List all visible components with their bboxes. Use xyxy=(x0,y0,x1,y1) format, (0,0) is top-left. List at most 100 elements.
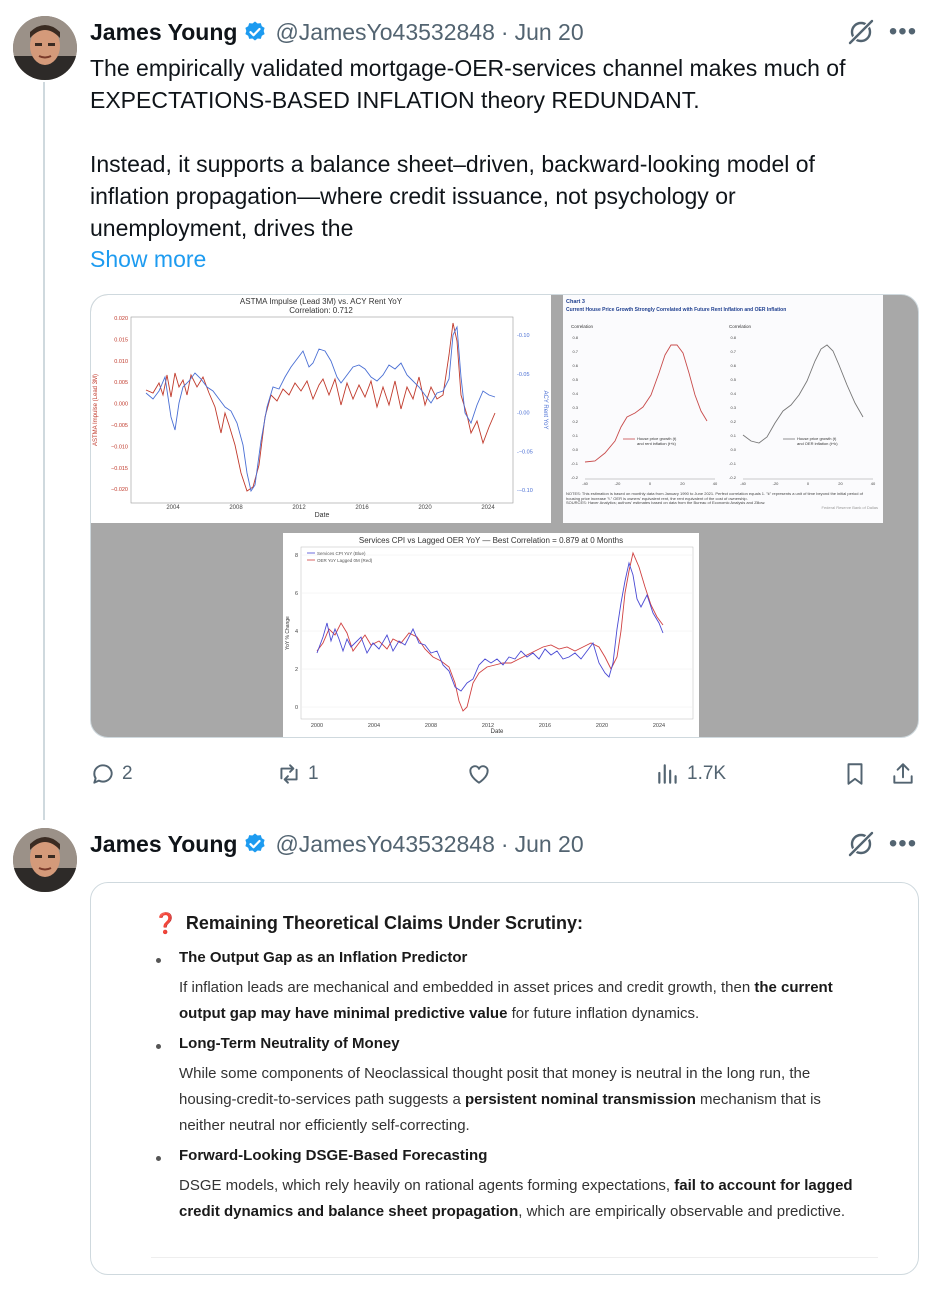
chart-title: Services CPI vs Lagged OER YoY — Best Co… xyxy=(359,536,623,545)
more-options-icon[interactable]: ••• xyxy=(888,829,918,859)
view-count: 1.7K xyxy=(687,763,727,784)
tick-label: 0.7 xyxy=(572,349,578,354)
document-title-text: Remaining Theoretical Claims Under Scrut… xyxy=(185,913,583,933)
right-axis-label: ACY Rent YoY xyxy=(542,391,548,430)
media-image-astma-chart[interactable]: ASTMA Impulse (Lead 3M) vs. ACY Rent YoY… xyxy=(91,295,551,523)
chart-notes: NOTES: This estimation is based on month… xyxy=(566,492,878,510)
tick-label: 0.0 xyxy=(572,447,578,452)
tick-label: 0.2 xyxy=(572,419,578,424)
tweet-body: The empirically validated mortgage-OER-s… xyxy=(90,52,910,244)
list-item: Long-Term Neutrality of Money While some… xyxy=(153,1035,893,1145)
tick-label: 0.015 xyxy=(114,337,128,343)
tick-label: -0.1 xyxy=(571,461,579,466)
tick-label: 2024 xyxy=(481,505,495,511)
bullet-icon xyxy=(156,1044,161,1049)
left-panel-ylabel: Correlation xyxy=(571,324,594,329)
series-oer-correlation xyxy=(742,344,864,444)
body-text: DSGE models, which rely heavily on ratio… xyxy=(179,1177,675,1194)
body-text-bold: persistent nominal transmission xyxy=(464,1091,696,1108)
body-text: neither neutral nor efficiently self-cor… xyxy=(179,1117,470,1134)
user-handle[interactable]: @JamesYo43532848 xyxy=(275,831,494,858)
tweet-date[interactable]: Jun 20 xyxy=(515,19,584,46)
tick-label: 2008 xyxy=(425,723,437,729)
share-button[interactable] xyxy=(890,758,916,790)
views-button[interactable]: 1.7K xyxy=(655,758,726,790)
tick-label: -−0.05 xyxy=(517,449,533,455)
tick-label: 40 xyxy=(871,481,876,486)
grok-icon[interactable] xyxy=(846,17,876,47)
tick-label: 0.3 xyxy=(572,405,578,410)
tick-label: 0.7 xyxy=(730,349,736,354)
chart-credit-text: Federal Reserve Bank of Dallas xyxy=(821,504,878,510)
legend-red: OER YoY Lagged 0M (Red) xyxy=(317,558,373,563)
tweet-date[interactable]: Jun 20 xyxy=(515,831,584,858)
display-name[interactable]: James Young xyxy=(90,19,237,46)
verified-badge-icon[interactable] xyxy=(243,20,267,44)
y-axis-label: YoY % Change xyxy=(285,616,291,650)
show-more-link[interactable]: Show more xyxy=(90,243,206,275)
tick-label: 0.6 xyxy=(572,363,578,368)
verified-badge-icon[interactable] xyxy=(243,832,267,856)
tick-label: 2012 xyxy=(292,505,306,511)
tick-label: 2000 xyxy=(311,723,323,729)
x-axis-ticks: 2004 2008 2012 2016 2020 2024 xyxy=(166,505,495,511)
paragraph-spacer xyxy=(90,116,910,148)
share-icon xyxy=(893,763,913,784)
chart-subtitle: Correlation: 0.712 xyxy=(289,306,353,315)
media-image-dallas-fed-chart[interactable]: Chart 3 Current House Price Growth Stron… xyxy=(563,295,883,523)
body-text-bold: output gap may have minimal predictive v… xyxy=(179,1005,508,1022)
tick-label: -40 xyxy=(582,481,589,486)
body-text-bold: credit dynamics and balance sheet propag… xyxy=(179,1203,519,1220)
tweet-text-line: The empirically validated mortgage-OER-s… xyxy=(90,55,846,81)
reply-button[interactable]: 2 xyxy=(90,758,133,790)
right-panel-x-ticks: -40 -20 0 20 40 xyxy=(740,481,876,486)
display-name[interactable]: James Young xyxy=(90,831,237,858)
tweet-media-document[interactable]: ❓ Remaining Theoretical Claims Under Scr… xyxy=(90,882,919,1275)
avatar-image xyxy=(13,828,77,892)
tick-label: 4 xyxy=(295,629,298,635)
grid-lines xyxy=(301,554,693,708)
x-axis-ticks: 2000 2004 2008 2012 2016 2020 2024 xyxy=(311,723,665,729)
tick-label: -0.00 xyxy=(517,411,530,417)
avatar[interactable] xyxy=(13,16,77,80)
tick-label: −0.005 xyxy=(111,423,128,429)
tick-label: 0.5 xyxy=(730,377,736,382)
separator-dot: · xyxy=(500,830,509,857)
tick-label: 2016 xyxy=(355,505,369,511)
tick-label: 20 xyxy=(838,481,843,486)
plot-frame xyxy=(300,546,694,720)
chart-title: ASTMA Impulse (Lead 3M) vs. ACY Rent YoY xyxy=(240,297,403,306)
tick-label: -0.1 xyxy=(729,461,737,466)
x-axis-label: Date xyxy=(491,729,504,735)
right-axis-ticks: -0.10 -0.05 -0.00 -−0.05 -−0.10 xyxy=(517,333,533,494)
left-axis-ticks: 0.020 0.015 0.010 0.005 0.000 −0.005 −0.010 −0.… xyxy=(111,316,128,493)
tick-label: 0.3 xyxy=(730,405,736,410)
tick-label: 0.005 xyxy=(114,380,128,386)
user-handle[interactable]: @JamesYo43532848 xyxy=(275,19,494,46)
legend-blue: Services CPI YoY (Blue) xyxy=(317,551,366,556)
bookmark-button[interactable] xyxy=(842,758,868,790)
right-legend-line2: and OER inflation (t+k) xyxy=(797,441,838,446)
tick-label: 8 xyxy=(295,553,298,559)
tick-label: 0.1 xyxy=(572,433,578,438)
avatar[interactable] xyxy=(13,828,77,892)
body-text: , which are empirically observable and p… xyxy=(518,1203,846,1220)
tick-label: −0.015 xyxy=(111,466,128,472)
list-item-title: Long-Term Neutrality of Money xyxy=(179,1035,400,1052)
like-button[interactable] xyxy=(466,758,492,790)
media-image-services-cpi-chart[interactable]: Services CPI vs Lagged OER YoY — Best Co… xyxy=(283,533,699,737)
body-text: mechanism that is xyxy=(695,1091,821,1108)
repost-button[interactable]: 1 xyxy=(276,758,319,790)
tweet-media[interactable]: ASTMA Impulse (Lead 3M) vs. ACY Rent YoY… xyxy=(90,294,919,738)
grok-icon[interactable] xyxy=(846,829,876,859)
avatar-image xyxy=(13,16,77,80)
dallas-fed-chart: Chart 3 Current House Price Growth Stron… xyxy=(566,299,878,510)
list-item: Forward-Looking DSGE-Based Forecasting D… xyxy=(153,1147,893,1227)
left-axis-label: ASTMA Impulse (Lead 3M) xyxy=(93,374,99,446)
series-acy-rent xyxy=(145,325,496,493)
body-text-bold: the current xyxy=(754,979,833,996)
list-item-body: If inflation leads are mechanical and em… xyxy=(179,975,879,1027)
tick-label: 0.6 xyxy=(730,363,736,368)
more-options-icon[interactable]: ••• xyxy=(888,17,918,47)
body-text: for future inflation dynamics. xyxy=(507,1005,700,1022)
